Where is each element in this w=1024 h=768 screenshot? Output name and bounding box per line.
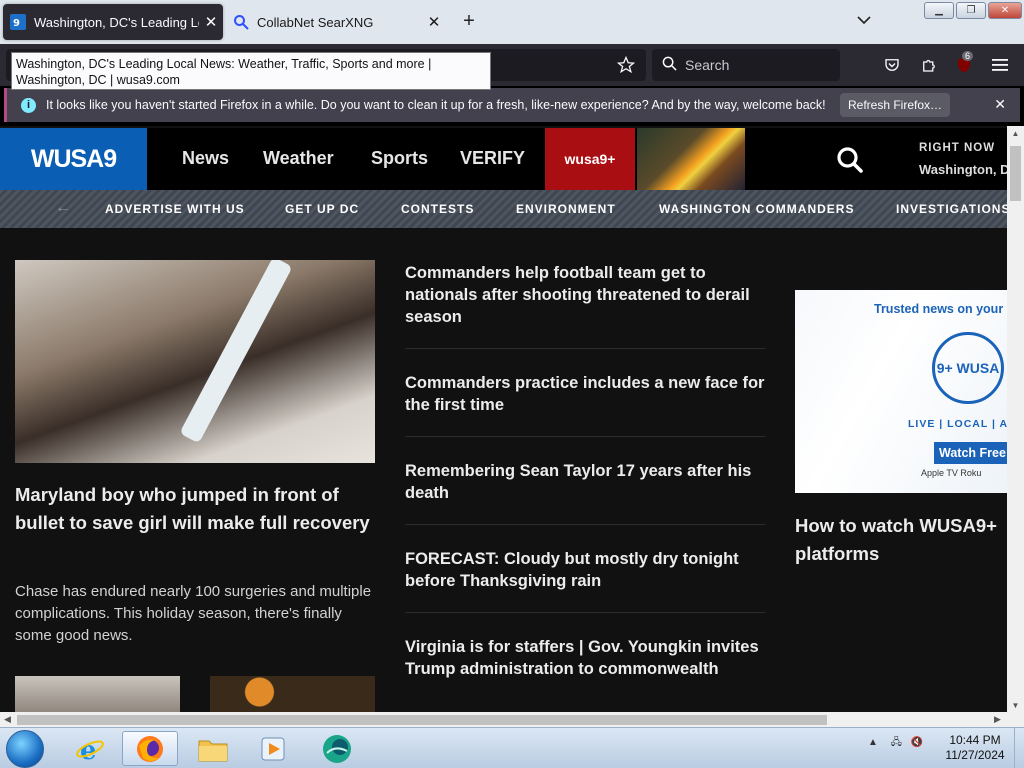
close-window-button[interactable]: ✕	[988, 2, 1022, 19]
tab-close-icon[interactable]: ✕	[422, 13, 446, 31]
maximize-button[interactable]: ❐	[956, 2, 986, 19]
story-thumbnail[interactable]	[15, 676, 180, 712]
clock[interactable]: 10:44 PM 11/27/2024	[940, 733, 1010, 763]
scroll-down-icon[interactable]: ▼	[1007, 701, 1024, 710]
subnav-washington-commanders[interactable]: WASHINGTON COMMANDERS	[659, 202, 854, 216]
arrow-left-icon[interactable]: ←	[55, 199, 71, 217]
search-icon	[662, 56, 677, 74]
volume-muted-icon[interactable]: 🔇	[911, 737, 923, 748]
tab-strip: 9 Washington, DC's Leading Local News: W…	[0, 0, 1024, 44]
tab-close-icon[interactable]: ✕	[199, 13, 223, 31]
file-explorer-folder-icon[interactable]	[185, 731, 241, 766]
site-search-icon[interactable]	[836, 146, 864, 174]
menu-hamburger-icon[interactable]	[989, 54, 1011, 76]
story-list: Commanders help football team get to nat…	[405, 260, 765, 712]
hero-headline-link[interactable]: Maryland boy who jumped in front of bull…	[15, 481, 375, 537]
firefox-icon[interactable]	[122, 731, 178, 766]
wusa9-plus-logo: 9+ WUSA	[932, 332, 1004, 404]
refresh-firefox-button[interactable]: Refresh Firefox…	[840, 93, 950, 117]
list-item[interactable]: Commanders practice includes a new face …	[405, 370, 765, 437]
story-thumbnail[interactable]	[210, 676, 375, 712]
list-item[interactable]: Commanders help football team get to nat…	[405, 260, 765, 349]
watch-free-button[interactable]: Watch Free	[934, 442, 1007, 464]
search-input[interactable]: Search	[652, 49, 840, 81]
svg-text:9: 9	[13, 18, 20, 29]
info-icon: i	[21, 97, 36, 113]
subnav-contests[interactable]: CONTESTS	[401, 202, 474, 216]
nav-verify[interactable]: VERIFY	[460, 148, 525, 169]
minimize-button[interactable]: ▁	[924, 2, 954, 19]
search-placeholder: Search	[685, 57, 730, 73]
tray-expand-icon[interactable]: ▲	[868, 737, 878, 748]
wusa9-logo[interactable]: WUSA9	[0, 128, 147, 190]
hero-story-image[interactable]	[15, 260, 375, 463]
list-item[interactable]: FORECAST: Cloudy but mostly dry tonight …	[405, 546, 765, 613]
subnav-get-up-dc[interactable]: GET UP DC	[285, 202, 359, 216]
list-item[interactable]: Remembering Sean Taylor 17 years after h…	[405, 458, 765, 525]
pocket-icon[interactable]	[881, 54, 903, 76]
right-now-location[interactable]: Washington, D	[919, 162, 1007, 177]
tab-tooltip: Washington, DC's Leading Local News: Wea…	[11, 52, 491, 90]
wusa9-favicon-icon: 9	[10, 14, 26, 30]
vertical-scrollbar[interactable]: ▲ ▼	[1007, 126, 1024, 712]
new-tab-plus-icon[interactable]: +	[457, 10, 481, 34]
extension-badge-count: 6	[962, 51, 974, 61]
site-header: WUSA9 News Weather Sports VERIFY wusa9+ …	[0, 128, 1007, 190]
list-tabs-chevron-down-icon[interactable]	[852, 12, 876, 32]
tab-title: CollabNet SearXNG	[257, 14, 374, 30]
show-desktop-button[interactable]	[1014, 728, 1024, 768]
clock-time: 10:44 PM	[949, 733, 1001, 747]
wusa9-plus-ad[interactable]: Trusted news on your 9+ WUSA LIVE | LOCA…	[795, 290, 1007, 493]
tab-searxng[interactable]: CollabNet SearXNG ✕	[226, 4, 446, 40]
internet-explorer-icon[interactable]: e	[62, 731, 118, 766]
search-favicon-icon	[233, 14, 249, 30]
horizontal-scrollbar[interactable]: ◀ ▶	[0, 712, 1007, 727]
ad-tags: LIVE | LOCAL | ALWA	[908, 418, 1007, 430]
windows-taskbar: e ▲ 🖧 🔇 10:44 PM 11/27/2024	[0, 727, 1024, 768]
wusa9-plus-link[interactable]: wusa9+	[545, 128, 635, 190]
list-item[interactable]: Virginia is for staffers | Gov. Youngkin…	[405, 634, 765, 700]
nav-sports[interactable]: Sports	[371, 148, 428, 169]
ad-brands: Apple TV Roku	[921, 468, 982, 478]
scroll-left-icon[interactable]: ◀	[4, 714, 11, 725]
scroll-thumb[interactable]	[17, 715, 827, 725]
start-button[interactable]	[6, 730, 44, 768]
scrollbar-corner	[1007, 712, 1024, 727]
close-icon[interactable]: ✕	[994, 96, 1006, 113]
bookmark-star-icon[interactable]	[615, 54, 637, 76]
nav-weather[interactable]: Weather	[263, 148, 334, 169]
hero-image-detail	[179, 260, 293, 444]
clock-date: 11/27/2024	[945, 748, 1005, 762]
sub-navigation: ← ADVERTISE WITH US GET UP DC CONTESTS E…	[0, 190, 1007, 228]
extensions-puzzle-icon[interactable]	[918, 54, 940, 76]
scroll-right-icon[interactable]: ▶	[994, 714, 1001, 725]
tab-wusa9[interactable]: 9 Washington, DC's Leading Local News: W…	[3, 4, 223, 40]
page-viewport: WUSA9 News Weather Sports VERIFY wusa9+ …	[0, 126, 1007, 712]
system-tray: ▲ 🖧 🔇	[868, 735, 923, 752]
window-controls: ▁ ❐ ✕	[924, 2, 1022, 19]
subnav-environment[interactable]: ENVIRONMENT	[516, 202, 616, 216]
subnav-investigations[interactable]: INVESTIGATIONS	[896, 202, 1007, 216]
subnav-advertise[interactable]: ADVERTISE WITH US	[105, 202, 245, 216]
svg-text:e: e	[80, 736, 97, 764]
live-video-thumbnail[interactable]	[637, 128, 745, 190]
right-now-label: RIGHT NOW	[919, 142, 996, 154]
scroll-up-icon[interactable]: ▲	[1007, 129, 1024, 138]
notification-message: It looks like you haven't started Firefo…	[46, 98, 826, 112]
tab-title: Washington, DC's Leading Local News: Wea…	[34, 14, 199, 30]
scroll-thumb[interactable]	[1010, 146, 1021, 201]
firefox-refresh-notification: i It looks like you haven't started Fire…	[4, 88, 1020, 122]
ad-caption-link[interactable]: How to watch WUSA9+ platforms	[795, 512, 1007, 568]
hero-description: Chase has endured nearly 100 surgeries a…	[15, 583, 372, 644]
ad-tagline: Trusted news on your	[874, 302, 1004, 316]
app-globe-icon[interactable]	[309, 731, 365, 766]
network-icon[interactable]: 🖧	[891, 737, 902, 748]
media-player-icon[interactable]	[245, 731, 301, 766]
nav-news[interactable]: News	[182, 148, 229, 169]
